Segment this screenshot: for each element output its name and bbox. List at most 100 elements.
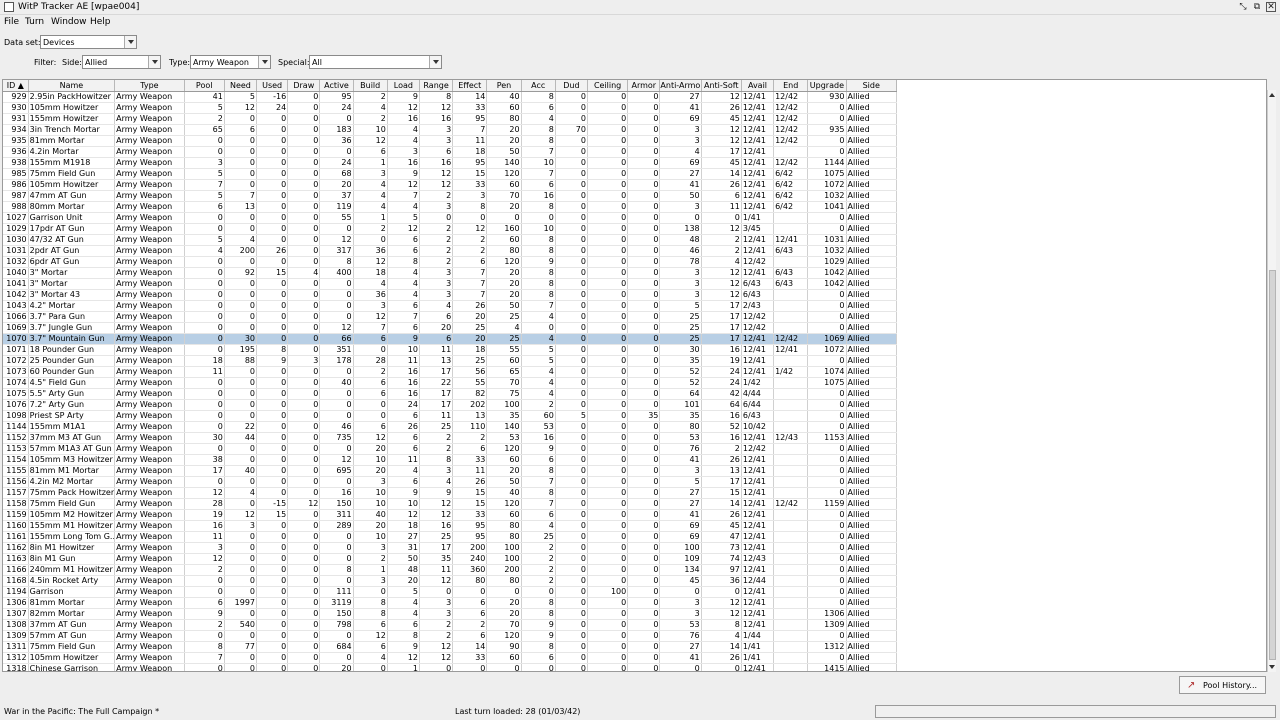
table-row[interactable]: 1157 75mm Pack Howitzer Army Weapon 12 4 0 0 16…	[3, 487, 898, 499]
column-header[interactable]: Upgrade	[807, 80, 847, 92]
special-select[interactable]: All	[309, 55, 442, 69]
table-row[interactable]: 1066 3.7" Para Gun Army Weapon 0 0 0 0 0 12 7 6 20 2…	[3, 311, 898, 323]
column-header[interactable]: Anti-Soft	[701, 80, 742, 92]
table-row[interactable]: 1156 4.2in M2 Mortar Army Weapon 0 0 0 0 0 3 6 4 26…	[3, 476, 898, 488]
column-header[interactable]: Anti-Armor	[659, 80, 702, 92]
maximize-icon[interactable]: ⧉	[1252, 2, 1262, 12]
table-row[interactable]: 1074 4.5" Field Gun Army Weapon 0 0 0 0 40 6 16 22…	[3, 377, 898, 389]
type-select[interactable]: Army Weapon	[190, 55, 271, 69]
table-row[interactable]: 1166 240mm M1 Howitzer Army Weapon 2 0 0 0 8 1 48…	[3, 564, 898, 576]
column-header[interactable]: Type	[114, 80, 185, 92]
devices-table[interactable]: ID ▲ Name Type Pool Need Used Draw Active Build L…	[2, 79, 1267, 672]
table-row[interactable]: 986 105mm Howitzer Army Weapon 7 0 0 0 20 4 12 12 3…	[3, 179, 898, 191]
menu-turn[interactable]: Turn	[25, 17, 44, 27]
table-row[interactable]: 987 47mm AT Gun Army Weapon 5 7 0 0 37 4 7 2 3 70 16 0…	[3, 190, 898, 202]
column-header[interactable]: Range	[419, 80, 454, 92]
column-header[interactable]: Active	[319, 80, 354, 92]
table-row[interactable]: 1041 3" Mortar Army Weapon 0 0 0 0 0 4 4 3 7 20 8 0 0 0 3…	[3, 278, 898, 290]
table-row[interactable]: 936 4.2in Mortar Army Weapon 0 0 0 0 0 6 3 6 18 50 7 0…	[3, 146, 898, 158]
menu-file[interactable]: File	[4, 17, 19, 27]
column-header[interactable]: Name	[28, 80, 116, 92]
table-row[interactable]: 1072 25 Pounder Gun Army Weapon 18 88 9 3 178 28…	[3, 355, 898, 367]
table-row[interactable]: 1160 155mm M1 Howitzer Army Weapon 16 3 0 0 289…	[3, 520, 898, 532]
table-cell: 16	[184, 520, 225, 532]
table-row[interactable]: 938 155mm M1918 Army Weapon 3 0 0 0 24 1 16 16 95 14…	[3, 157, 898, 169]
table-row[interactable]: 1194 Garrison Army Weapon 0 0 0 0 111 0 5 0 0 0 0 0 100…	[3, 586, 898, 598]
column-header[interactable]: Ceiling	[587, 80, 629, 92]
column-header[interactable]: Armor	[627, 80, 661, 92]
column-header[interactable]: ID ▲	[3, 80, 29, 92]
table-row[interactable]: 1308 37mm AT Gun Army Weapon 2 540 0 0 798 6 6 2 2 7…	[3, 619, 898, 631]
table-row[interactable]: 1071 18 Pounder Gun Army Weapon 0 195 8 0 351 0 1…	[3, 344, 898, 356]
menu-help[interactable]: Help	[90, 17, 111, 27]
table-cell: 11	[419, 564, 454, 576]
table-row[interactable]: 929 2.95in PackHowitzer Army Weapon 41 5 -16 0…	[3, 91, 898, 103]
table-cell: 0	[486, 663, 522, 671]
table-cell: 0	[587, 520, 629, 532]
table-row[interactable]: 930 105mm Howitzer Army Weapon 5 12 24 0 24 4 12 1…	[3, 102, 898, 114]
table-row[interactable]: 1032 6pdr AT Gun Army Weapon 0 0 0 0 8 12 8 2 6 120 9…	[3, 256, 898, 268]
table-row[interactable]: 1158 75mm Field Gun Army Weapon 28 0 -15 12 150…	[3, 498, 898, 510]
scroll-down-icon[interactable]	[1268, 663, 1277, 672]
table-row[interactable]: 1162 8in M1 Howitzer Army Weapon 3 0 0 0 0 3 31 17…	[3, 542, 898, 554]
table-row[interactable]: 1073 60 Pounder Gun Army Weapon 11 0 0 0 0 2 16 17…	[3, 366, 898, 378]
table-row[interactable]: 1152 37mm M3 AT Gun Army Weapon 30 44 0 0 735 12…	[3, 432, 898, 444]
table-row[interactable]: 1040 3" Mortar Army Weapon 0 92 15 4 400 18 4 3 7 20…	[3, 267, 898, 279]
column-header[interactable]: Pool	[184, 80, 225, 92]
column-header[interactable]: End	[773, 80, 809, 92]
table-row[interactable]: 1154 105mm M3 Howitzer Army Weapon 38 0 0 0 12 1…	[3, 454, 898, 466]
column-header[interactable]: Load	[387, 80, 420, 92]
table-row[interactable]: 1161 155mm Long Tom G... Army Weapon 11 0 0 0 0…	[3, 531, 898, 543]
pool-history-button[interactable]: ↗ Pool History...	[1179, 676, 1266, 694]
column-header[interactable]: Build	[353, 80, 388, 92]
column-header[interactable]: Avail	[741, 80, 775, 92]
table-row[interactable]: 1306 81mm Mortar Army Weapon 6 1997 0 0 3119 8 4 3…	[3, 597, 898, 609]
table-row[interactable]: 1075 5.5" Arty Gun Army Weapon 0 0 0 0 0 6 16 17 82…	[3, 388, 898, 400]
table-row[interactable]: 1069 3.7" Jungle Gun Army Weapon 0 0 0 0 12 7 6 20…	[3, 322, 898, 334]
table-cell: 7	[452, 267, 488, 279]
column-header[interactable]: Dud	[555, 80, 588, 92]
table-row[interactable]: 935 81mm Mortar Army Weapon 0 0 0 0 36 12 4 3 11 20 8…	[3, 135, 898, 147]
table-row[interactable]: 1027 Garrison Unit Army Weapon 0 0 0 0 55 1 5 0 0 0 0…	[3, 212, 898, 224]
column-header[interactable]: Draw	[287, 80, 321, 92]
column-header[interactable]: Pen	[486, 80, 522, 92]
column-header[interactable]: Need	[224, 80, 258, 92]
vertical-scrollbar[interactable]	[1267, 90, 1276, 672]
scroll-up-icon[interactable]	[1268, 90, 1277, 99]
table-row[interactable]: 1043 4.2" Mortar Army Weapon 0 0 0 0 0 3 6 4 26 50 7 0…	[3, 300, 898, 312]
table-row[interactable]: 1070 3.7" Mountain Gun Army Weapon 0 30 0 0 66 6…	[3, 333, 898, 345]
column-header[interactable]: Used	[256, 80, 289, 92]
table-row[interactable]: 1159 105mm M2 Howitzer Army Weapon 19 12 15 0 3…	[3, 509, 898, 521]
table-row[interactable]: 1312 105mm Howitzer Army Weapon 7 0 0 0 0 4 12 12 3…	[3, 652, 898, 664]
table-row[interactable]: 934 3in Trench Mortar Army Weapon 65 6 0 0 183 1…	[3, 124, 898, 136]
table-row[interactable]: 1309 57mm AT Gun Army Weapon 0 0 0 0 0 12 8 2 6 120 9…	[3, 630, 898, 642]
scroll-thumb[interactable]	[1269, 270, 1276, 660]
column-header[interactable]: Acc	[521, 80, 556, 92]
table-cell: 8	[521, 245, 556, 257]
restore-icon[interactable]: ⤡	[1238, 2, 1248, 12]
table-cell: 4	[287, 267, 321, 279]
table-row[interactable]: 1307 82mm Mortar Army Weapon 9 0 0 0 150 8 4 3 6 20 8…	[3, 608, 898, 620]
table-row[interactable]: 1031 2pdr AT Gun Army Weapon 4 200 26 0 317 36 6 2…	[3, 245, 898, 257]
dataset-select[interactable]: Devices	[40, 35, 137, 49]
column-header[interactable]: Side	[846, 80, 898, 92]
table-row[interactable]: 1029 17pdr AT Gun Army Weapon 0 0 0 0 0 2 12 2 12 16…	[3, 223, 898, 235]
table-row[interactable]: 1042 3" Mortar 43 Army Weapon 0 0 0 0 0 36 4 3 7 20 8…	[3, 289, 898, 301]
table-row[interactable]: 1318 Chinese Garrison Army Weapon 0 0 0 0 20 0 1 0…	[3, 663, 898, 671]
table-row[interactable]: 988 80mm Mortar Army Weapon 6 13 0 0 119 4 4 3 8 20 8…	[3, 201, 898, 213]
menu-window[interactable]: Window	[51, 17, 87, 27]
table-row[interactable]: 1153 57mm M1A3 AT Gun Army Weapon 0 0 0 0 0 20 6 2…	[3, 443, 898, 455]
table-row[interactable]: 1076 7.2" Arty Gun Army Weapon 0 0 0 0 0 0 24 17 20…	[3, 399, 898, 411]
table-row[interactable]: 1155 81mm M1 Mortar Army Weapon 17 40 0 0 695 20…	[3, 465, 898, 477]
table-row[interactable]: 1030 47/32 AT Gun Army Weapon 5 4 0 0 12 0 6 2 2 60 8…	[3, 234, 898, 246]
column-header[interactable]: Effect	[452, 80, 488, 92]
table-row[interactable]: 1168 4.5in Rocket Arty Army Weapon 0 0 0 0 0 3 20…	[3, 575, 898, 587]
table-row[interactable]: 985 75mm Field Gun Army Weapon 5 0 0 0 68 3 9 12 15…	[3, 168, 898, 180]
side-select[interactable]: Allied	[82, 55, 161, 69]
table-row[interactable]: 1144 155mm M1A1 Army Weapon 0 22 0 0 46 6 26 25 110…	[3, 421, 898, 433]
table-row[interactable]: 1098 Priest SP Arty Army Weapon 0 0 0 0 0 0 6 11 13…	[3, 410, 898, 422]
table-row[interactable]: 1311 75mm Field Gun Army Weapon 8 77 0 0 684 6 9 1…	[3, 641, 898, 653]
table-row[interactable]: 931 155mm Howitzer Army Weapon 2 0 0 0 0 2 16 16 95…	[3, 113, 898, 125]
table-row[interactable]: 1163 8in M1 Gun Army Weapon 12 0 0 0 0 2 50 35 240 1…	[3, 553, 898, 565]
close-icon[interactable]: ✕	[1266, 2, 1276, 12]
